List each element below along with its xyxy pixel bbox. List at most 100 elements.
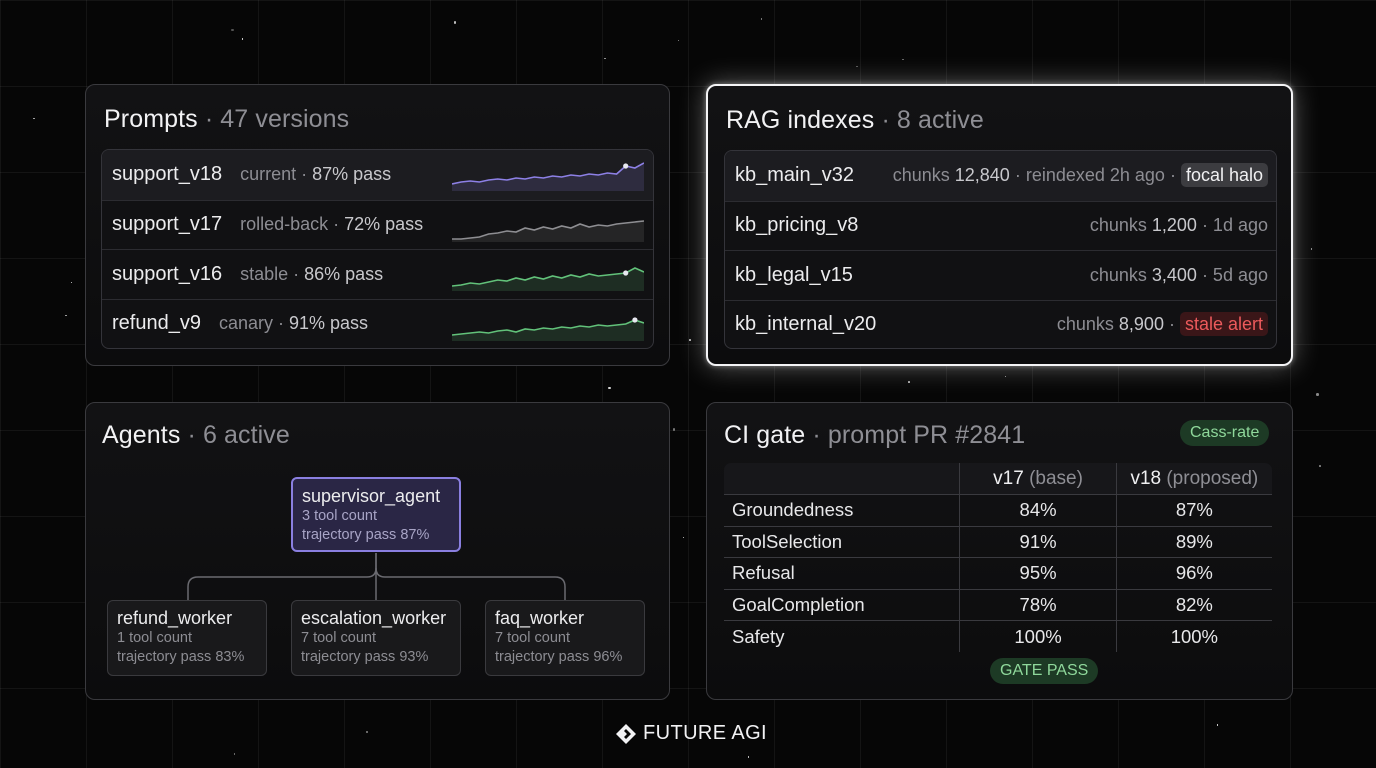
brand-logo: FUTURE AGI (615, 722, 767, 745)
supervisor-agent-node[interactable]: supervisor_agent 3 tool count trajectory… (291, 477, 461, 552)
table-row: Refusal 95% 96% (724, 557, 1272, 590)
proposed-value: 96% (1115, 557, 1272, 590)
sparkline-area (452, 268, 644, 291)
sparkline-area (452, 319, 644, 341)
star (689, 339, 691, 341)
rag-list: kb_main_v32 chunks 12,840 · reindexed 2h… (724, 150, 1277, 349)
base-value: 100% (959, 620, 1117, 652)
rag-indexes-panel: RAG indexes · 8 active kb_main_v32 chunk… (706, 84, 1293, 366)
pass-rate-badge[interactable]: Cass-rate (1180, 420, 1270, 446)
prompts-panel-title: Prompts · 47 versions (104, 105, 349, 134)
ci-subtitle: · prompt PR #2841 (812, 421, 1026, 449)
star (1316, 393, 1319, 396)
table-row: Safety 100% 100% (724, 620, 1272, 652)
ci-comparison-table: v17 (base) v18 (proposed) Groundedness 8… (723, 462, 1273, 653)
rag-index-meta: chunks 12,840 · reindexed 2h ago · focal… (893, 163, 1268, 188)
agent-trajectory-pass: trajectory pass 83% (117, 649, 245, 665)
agent-name: faq_worker (495, 608, 585, 628)
refund-worker-node[interactable]: refund_worker 1 tool count trajectory pa… (107, 600, 267, 676)
metric-name: Refusal (724, 557, 961, 590)
agent-tool-count: 7 tool count (495, 630, 570, 646)
agent-name: escalation_worker (301, 608, 447, 628)
star (908, 381, 910, 383)
star (1319, 465, 1321, 467)
proposed-value: 89% (1115, 525, 1272, 559)
prompt-name: support_v17 (112, 213, 223, 236)
table-row: ToolSelection 91% 89% (724, 525, 1272, 559)
rag-index-row[interactable]: kb_main_v32 chunks 12,840 · reindexed 2h… (725, 151, 1276, 201)
star (604, 57, 606, 60)
prompt-sparkline (452, 316, 644, 341)
faq-worker-node[interactable]: faq_worker 7 tool count trajectory pass … (485, 600, 645, 676)
diamond-logo-icon (616, 723, 636, 744)
prompt-sparkline (452, 267, 644, 291)
rag-index-meta: chunks 1,200 · 1d ago (1089, 215, 1268, 236)
star (453, 21, 457, 24)
prompt-name: support_v16 (112, 262, 223, 285)
sparkline-current-point (623, 270, 629, 276)
gate-pass-badge[interactable]: GATE PASS (990, 658, 1099, 684)
prompt-meta: rolled-back · 72% pass (240, 214, 424, 235)
prompts-subtitle: · 47 versions (204, 105, 350, 133)
proposed-value: 87% (1115, 494, 1272, 527)
prompt-row[interactable]: support_v16 stable · 86% pass (102, 249, 653, 299)
metric-name: GoalCompletion (724, 588, 961, 622)
ci-gate-panel: CI gate · prompt PR #2841 Cass-rate v17 … (706, 402, 1293, 700)
agent-trajectory-pass: trajectory pass 96% (495, 649, 623, 665)
rag-index-meta: chunks 8,900 · stale alert (1057, 312, 1268, 337)
agent-name: refund_worker (117, 608, 233, 628)
rag-index-name: kb_pricing_v8 (735, 214, 859, 237)
stale-alert-tag: stale alert (1179, 312, 1268, 337)
ci-panel-title: CI gate · prompt PR #2841 (724, 421, 1025, 450)
brand-name: FUTURE AGI (643, 722, 768, 744)
proposed-value: 100% (1115, 620, 1272, 652)
sparkline-current-point (632, 316, 638, 323)
rag-index-row[interactable]: kb_pricing_v8 chunks 1,200 · 1d ago (725, 200, 1276, 251)
prompt-row[interactable]: support_v17 rolled-back · 72% pass (102, 199, 653, 250)
rag-index-row[interactable]: kb_internal_v20 chunks 8,900 · stale ale… (725, 299, 1276, 349)
agent-tool-count: 1 tool count (117, 630, 192, 646)
metric-name: Safety (724, 620, 961, 652)
agent-name: supervisor_agent (302, 486, 441, 506)
base-value: 84% (959, 494, 1117, 527)
star (1310, 248, 1312, 250)
prompt-name: refund_v9 (112, 312, 201, 335)
prompt-row[interactable]: support_v18 current · 87% pass (102, 150, 653, 200)
prompt-row[interactable]: refund_v9 canary · 91% pass (102, 298, 653, 349)
agent-trajectory-pass: trajectory pass 87% (302, 527, 430, 543)
focal-halo-tag: focal halo (1180, 163, 1268, 188)
table-header-row: v17 (base) v18 (proposed) (724, 462, 1272, 495)
prompts-list: support_v18 current · 87% pass support_v… (101, 149, 654, 349)
prompt-meta: canary · 91% pass (218, 313, 369, 334)
ci-title: CI gate (724, 421, 806, 449)
metric-column-header (724, 462, 961, 495)
rag-index-name: kb_legal_v15 (735, 263, 853, 286)
metric-name: Groundedness (724, 494, 961, 527)
proposed-column-header: v18 (proposed) (1115, 462, 1272, 495)
agent-tool-count: 3 tool count (302, 508, 377, 524)
rag-subtitle: · 8 active (881, 106, 984, 134)
table-row: GoalCompletion 78% 82% (724, 588, 1272, 622)
agents-panel: Agents · 6 active supervisor_agent 3 too… (85, 402, 670, 700)
base-value: 91% (959, 525, 1117, 559)
base-value: 95% (959, 557, 1117, 590)
sparkline-current-point (623, 163, 629, 169)
star (231, 28, 234, 32)
prompt-meta: current · 87% pass (240, 164, 392, 185)
table-row: Groundedness 84% 87% (724, 494, 1272, 527)
prompt-name: support_v18 (112, 163, 223, 186)
rag-index-meta: chunks 3,400 · 5d ago (1089, 264, 1268, 285)
base-column-header: v17 (base) (959, 462, 1117, 495)
proposed-value: 82% (1115, 588, 1272, 622)
rag-title: RAG indexes (726, 106, 875, 134)
prompt-sparkline (452, 219, 644, 242)
base-value: 78% (959, 588, 1117, 622)
escalation-worker-node[interactable]: escalation_worker 7 tool count trajector… (291, 600, 461, 676)
metric-name: ToolSelection (724, 525, 961, 559)
agent-tool-count: 7 tool count (301, 630, 376, 646)
rag-panel-title: RAG indexes · 8 active (726, 106, 984, 135)
rag-index-row[interactable]: kb_legal_v15 chunks 3,400 · 5d ago (725, 250, 1276, 300)
agent-trajectory-pass: trajectory pass 93% (301, 649, 429, 665)
rag-index-name: kb_main_v32 (735, 164, 854, 187)
prompt-sparkline (452, 162, 644, 191)
